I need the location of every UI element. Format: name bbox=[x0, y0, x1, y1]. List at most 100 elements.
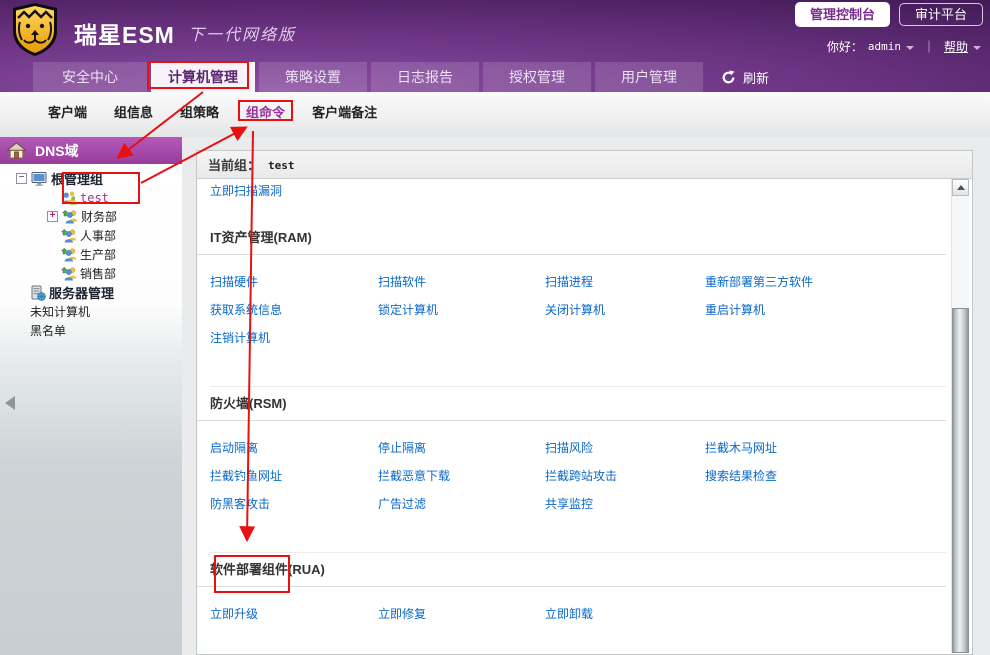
command-link[interactable]: 立即升级 bbox=[210, 605, 378, 622]
command-link[interactable]: 共享监控 bbox=[545, 495, 705, 512]
expander-minus-icon[interactable]: − bbox=[16, 173, 27, 184]
nav-tab-4[interactable]: 日志报告 bbox=[371, 62, 479, 92]
subnav-item-2[interactable]: 组信息 bbox=[114, 102, 153, 120]
tree-item-4[interactable]: 人事部 bbox=[0, 226, 182, 245]
command-link[interactable]: 重新部署第三方软件 bbox=[705, 273, 946, 290]
tree-item-5[interactable]: 生产部 bbox=[0, 245, 182, 264]
arrow-up-icon bbox=[956, 185, 965, 190]
command-section-3: 软件部署组件(RUA) 立即升级 立即修复 立即卸载 bbox=[197, 552, 946, 622]
command-link[interactable]: 广告过滤 bbox=[378, 495, 545, 512]
department-icon bbox=[62, 209, 78, 224]
tree-item-6[interactable]: 销售部 bbox=[0, 264, 182, 283]
subnav-item-4[interactable]: 组命令 bbox=[246, 102, 285, 120]
sidebar-title: DNS域 bbox=[35, 142, 79, 159]
tree-item-label: 服务器管理 bbox=[49, 286, 115, 301]
subnav-item-5[interactable]: 客户端备注 bbox=[312, 102, 377, 120]
section-links: 扫描硬件 扫描软件 扫描进程 重新部署第三方软件获取系统信息 锁定计算机 关闭计算机 重启计… bbox=[210, 273, 946, 346]
tree-item-label: 未知计算机 bbox=[30, 305, 91, 319]
group-tree: − 根管理组 test + 财务部人事部生产部销售部服务器管理未知计算机黑名单 bbox=[0, 164, 182, 655]
sidebar-header: DNS域 bbox=[0, 137, 182, 164]
audit-platform-button[interactable]: 审计平台 bbox=[898, 3, 983, 26]
tree-item-8[interactable]: 未知计算机 bbox=[0, 302, 182, 321]
command-link[interactable]: 拦截木马网址 bbox=[705, 439, 946, 456]
tree-item-label: 人事部 bbox=[80, 229, 117, 243]
command-link[interactable]: 停止隔离 bbox=[378, 439, 545, 456]
command-link[interactable]: 扫描风险 bbox=[545, 439, 705, 456]
product-subtitle: 下一代网络版 bbox=[188, 27, 297, 44]
expander-plus-icon[interactable]: + bbox=[47, 211, 58, 222]
scrollbar[interactable] bbox=[951, 179, 969, 653]
tree-item-1[interactable]: − 根管理组 bbox=[0, 169, 182, 188]
command-link[interactable]: 搜索结果检查 bbox=[705, 467, 946, 484]
divider: ｜ bbox=[922, 40, 935, 54]
help-menu[interactable]: 帮助 bbox=[944, 38, 968, 55]
section-divider bbox=[197, 254, 946, 255]
command-link[interactable]: 立即扫描漏洞 bbox=[210, 184, 282, 198]
home-icon bbox=[7, 142, 26, 159]
nav-tab-2[interactable]: 计算机管理 bbox=[151, 62, 255, 92]
section-divider bbox=[197, 420, 946, 421]
tree-item-label: 销售部 bbox=[80, 267, 117, 281]
section-title: 软件部署组件(RUA) bbox=[210, 562, 325, 577]
command-link[interactable]: 拦截跨站攻击 bbox=[545, 467, 705, 484]
tree-item-2[interactable]: test bbox=[0, 188, 182, 207]
nav-tab-3[interactable]: 策略设置 bbox=[259, 62, 367, 92]
user-group-icon bbox=[61, 190, 77, 205]
current-group-bar: 当前组： test bbox=[197, 151, 972, 179]
command-link[interactable]: 立即修复 bbox=[378, 605, 545, 622]
command-section-2: 防火墙(RSM) 启动隔离 停止隔离 扫描风险 拦截木马网址拦截钓鱼网址 拦截恶意下载 拦截… bbox=[197, 386, 946, 512]
section-title: 防火墙(RSM) bbox=[210, 396, 287, 411]
department-icon bbox=[61, 247, 77, 262]
command-link[interactable]: 扫描进程 bbox=[545, 273, 705, 290]
computer-icon bbox=[31, 171, 48, 187]
chevron-down-icon[interactable] bbox=[905, 46, 914, 50]
tree-item-label: test bbox=[80, 190, 109, 205]
tree-item-label: 根管理组 bbox=[51, 172, 104, 187]
subnav-item-1[interactable]: 客户端 bbox=[48, 102, 87, 120]
tree-item-9[interactable]: 黑名单 bbox=[0, 321, 182, 340]
scroll-up-button[interactable] bbox=[952, 179, 969, 196]
product-title: 瑞星ESM bbox=[74, 22, 175, 48]
app-header: 瑞星ESM 下一代网络版 管理控制台 审计平台 你好： admin ｜ 帮助 安… bbox=[0, 0, 990, 92]
username-menu[interactable]: admin bbox=[868, 40, 901, 53]
esm-console: { "header": { "product": "瑞星ESM", "subti… bbox=[0, 0, 990, 655]
main-nav-tabs: 安全中心 计算机管理 策略设置 日志报告 授权管理 用户管理 刷新 bbox=[0, 62, 990, 92]
subnav-item-3[interactable]: 组策略 bbox=[180, 102, 219, 120]
refresh-label: 刷新 bbox=[743, 70, 770, 86]
current-group-label: 当前组： bbox=[208, 158, 261, 173]
refresh-button[interactable]: 刷新 bbox=[721, 62, 769, 92]
refresh-icon bbox=[721, 69, 736, 85]
command-link[interactable]: 扫描软件 bbox=[378, 273, 545, 290]
group-subnav: 客户端 组信息 组策略 组命令 客户端备注 bbox=[0, 92, 990, 137]
command-link[interactable]: 重启计算机 bbox=[705, 301, 946, 318]
tree-item-label: 生产部 bbox=[80, 248, 117, 262]
command-link[interactable]: 获取系统信息 bbox=[210, 301, 378, 318]
rising-lion-logo-icon bbox=[8, 2, 62, 57]
command-link[interactable]: 防黑客攻击 bbox=[210, 495, 378, 512]
command-panel: 当前组： test 立即扫描漏洞 IT资产管理(RAM) 扫描硬件 扫描软件 扫描进程… bbox=[196, 150, 973, 655]
nav-tab-5[interactable]: 授权管理 bbox=[483, 62, 591, 92]
nav-tab-1[interactable]: 安全中心 bbox=[33, 62, 147, 92]
command-link[interactable]: 扫描硬件 bbox=[210, 273, 378, 290]
scrollbar-thumb[interactable] bbox=[952, 308, 969, 653]
command-list: 立即扫描漏洞 IT资产管理(RAM) 扫描硬件 扫描软件 扫描进程 重新部署第三方软件获… bbox=[197, 179, 946, 654]
user-greeting: 你好： admin ｜ 帮助 bbox=[827, 38, 981, 55]
platform-switch: 管理控制台 审计平台 bbox=[794, 2, 983, 27]
greeting-label: 你好： bbox=[826, 40, 863, 54]
tree-item-3[interactable]: + 财务部 bbox=[0, 207, 182, 226]
command-link[interactable]: 立即卸载 bbox=[545, 605, 705, 622]
chevron-down-icon[interactable] bbox=[973, 46, 981, 50]
tree-item-7[interactable]: 服务器管理 bbox=[0, 283, 182, 302]
sidebar-collapse-icon[interactable] bbox=[5, 396, 15, 410]
section-links: 启动隔离 停止隔离 扫描风险 拦截木马网址拦截钓鱼网址 拦截恶意下载 拦截跨站攻击 搜索结果… bbox=[210, 439, 946, 512]
nav-tab-6[interactable]: 用户管理 bbox=[595, 62, 703, 92]
command-link[interactable]: 拦截恶意下载 bbox=[378, 467, 545, 484]
command-link[interactable]: 关闭计算机 bbox=[545, 301, 705, 318]
command-link[interactable]: 锁定计算机 bbox=[378, 301, 545, 318]
management-console-button[interactable]: 管理控制台 bbox=[794, 2, 890, 27]
command-link[interactable]: 注销计算机 bbox=[210, 329, 378, 346]
command-link[interactable]: 启动隔离 bbox=[210, 439, 378, 456]
department-icon bbox=[61, 266, 77, 281]
command-link[interactable]: 拦截钓鱼网址 bbox=[210, 467, 378, 484]
section-links: 立即升级 立即修复 立即卸载 bbox=[210, 605, 946, 622]
